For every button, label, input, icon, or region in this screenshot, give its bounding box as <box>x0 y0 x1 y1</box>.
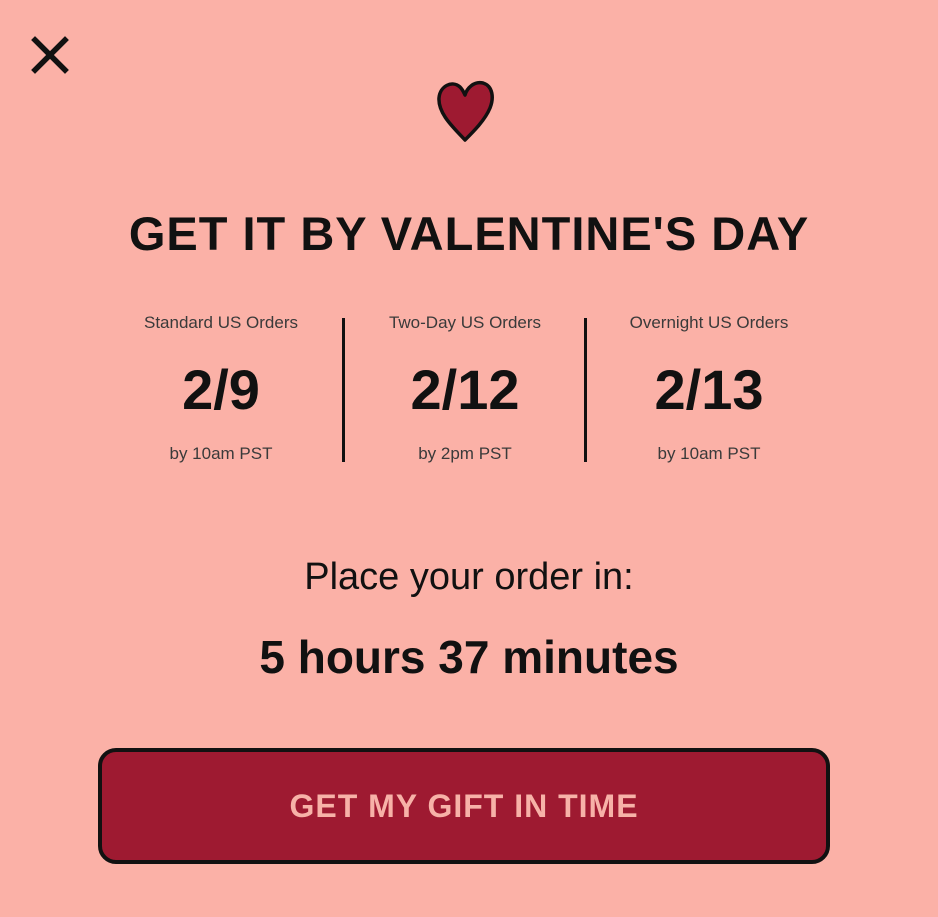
heart-icon <box>432 76 498 144</box>
shipping-option-cutoff: by 10am PST <box>169 444 273 463</box>
modal-title: GET IT BY VALENTINE'S DAY <box>128 207 810 260</box>
shipping-option-overnight: Overnight US Orders 2/13 by 10am PST <box>586 310 832 466</box>
shipping-option-date: 2/12 <box>410 358 520 421</box>
valentines-shipping-modal: GET IT BY VALENTINE'S DAY Standard US Or… <box>0 0 938 917</box>
place-order-label: Place your order in: <box>304 556 634 598</box>
get-gift-button[interactable]: GET MY GIFT IN TIME <box>98 748 830 864</box>
close-icon <box>31 36 69 74</box>
shipping-option-label: Two-Day US Orders <box>388 313 542 332</box>
shipping-option-date: 2/9 <box>182 358 260 421</box>
shipping-option-label: Standard US Orders <box>143 313 298 332</box>
shipping-option-standard: Standard US Orders 2/9 by 10am PST <box>98 310 344 466</box>
get-gift-button-label: GET MY GIFT IN TIME <box>289 787 639 824</box>
shipping-option-cutoff: by 2pm PST <box>418 444 512 463</box>
close-button[interactable] <box>28 32 72 76</box>
shipping-option-label: Overnight US Orders <box>629 313 789 332</box>
shipping-option-cutoff: by 10am PST <box>657 444 761 463</box>
shipping-option-date: 2/13 <box>654 358 764 421</box>
shipping-option-two-day: Two-Day US Orders 2/12 by 2pm PST <box>344 310 586 466</box>
countdown-timer: 5 hours 37 minutes <box>259 631 679 683</box>
shipping-deadlines: Standard US Orders 2/9 by 10am PST Two-D… <box>98 310 832 470</box>
